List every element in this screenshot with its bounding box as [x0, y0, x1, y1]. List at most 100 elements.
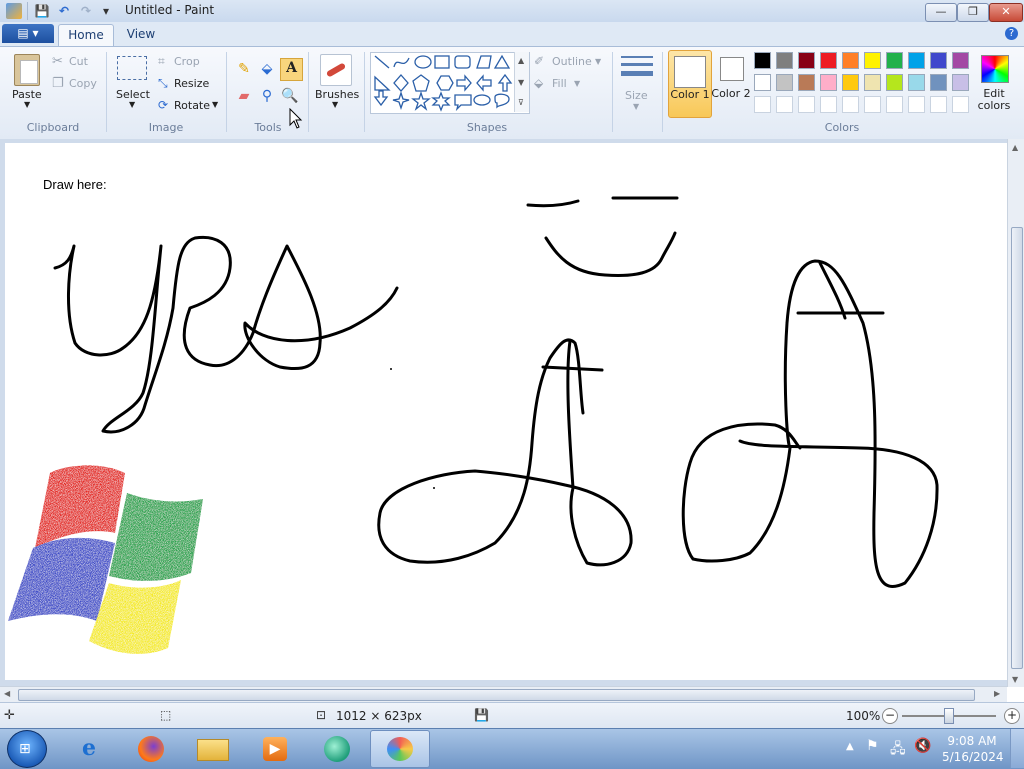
custom-color-slot[interactable] — [952, 96, 969, 113]
palette-swatch[interactable] — [886, 74, 903, 91]
fill-button[interactable]: ⬙ Fill ▼ — [534, 76, 584, 92]
palette-swatch[interactable] — [820, 52, 837, 69]
media-player-icon[interactable]: ▶ — [252, 731, 298, 766]
undo-icon[interactable]: ↶ — [56, 3, 72, 19]
palette-swatch[interactable] — [820, 74, 837, 91]
canvas-dimensions: 1012 × 623px — [336, 709, 422, 723]
palette-swatch[interactable] — [776, 74, 793, 91]
rotate-button[interactable]: ⟳ Rotate ▼ — [158, 98, 222, 114]
paint-taskbar-button[interactable] — [370, 730, 430, 768]
color-picker-icon[interactable]: ⚲ — [257, 87, 277, 107]
palette-swatch[interactable] — [908, 52, 925, 69]
horizontal-scrollbar[interactable]: ◀ ▶ — [0, 686, 1007, 702]
network-icon[interactable]: 🖧 — [890, 738, 906, 762]
fill-bucket-icon[interactable]: ⬙ — [257, 60, 277, 80]
polygon-shape-icon — [476, 55, 492, 69]
palette-swatch[interactable] — [930, 52, 947, 69]
custom-color-slot[interactable] — [864, 96, 881, 113]
help-icon[interactable]: ? — [1005, 27, 1018, 40]
custom-color-slot[interactable] — [886, 96, 903, 113]
palette-swatch[interactable] — [864, 52, 881, 69]
palette-swatch[interactable] — [930, 74, 947, 91]
file-explorer-icon[interactable] — [190, 731, 236, 766]
customize-quick-access-icon[interactable]: ▾ — [98, 3, 114, 19]
palette-swatch[interactable] — [842, 52, 859, 69]
zoom-out-icon[interactable]: − — [882, 708, 898, 724]
pencil-icon[interactable]: ✎ — [234, 60, 254, 80]
shapes-gallery[interactable] — [370, 52, 530, 114]
custom-color-slot[interactable] — [798, 96, 815, 113]
palette-swatch[interactable] — [952, 74, 969, 91]
custom-color-slot[interactable] — [754, 96, 771, 113]
text-tool-icon[interactable]: A — [280, 58, 303, 81]
show-desktop-button[interactable] — [1010, 729, 1024, 768]
clipboard-icon — [14, 54, 40, 86]
palette-swatch[interactable] — [842, 74, 859, 91]
palette-swatch[interactable] — [864, 74, 881, 91]
custom-color-slot[interactable] — [908, 96, 925, 113]
copy-button[interactable]: ❐ Copy — [52, 76, 102, 92]
outline-button[interactable]: ✐ Outline ▼ — [534, 54, 606, 70]
custom-color-slot[interactable] — [820, 96, 837, 113]
minimize-button[interactable]: — — [925, 3, 957, 22]
rounded-rectangle-shape-icon — [454, 55, 471, 69]
tab-view[interactable]: View — [116, 24, 166, 46]
zoom-slider-thumb[interactable] — [944, 708, 954, 724]
maximize-button[interactable]: ❐ — [957, 3, 989, 22]
cut-button[interactable]: ✂ Cut — [52, 54, 100, 70]
selection-size-icon: ⬚ — [160, 708, 172, 722]
expand-gallery-icon[interactable]: ⊽ — [518, 98, 524, 107]
redo-icon[interactable]: ↷ — [78, 3, 94, 19]
palette-swatch[interactable] — [754, 52, 771, 69]
palette-swatch[interactable] — [798, 74, 815, 91]
start-button[interactable]: ⊞ — [7, 730, 47, 768]
show-hidden-icons-icon[interactable]: ▲ — [846, 741, 854, 752]
crop-button[interactable]: ⌗ Crop — [158, 54, 208, 70]
paste-button[interactable]: Paste ▼ — [8, 52, 46, 112]
close-button[interactable]: ✕ — [989, 3, 1023, 22]
palette-swatch[interactable] — [754, 74, 771, 91]
volume-muted-icon[interactable]: 🔇 — [914, 738, 931, 754]
zoom-in-icon[interactable]: + — [1004, 708, 1020, 724]
file-menu-button[interactable]: ▤ ▾ — [2, 24, 54, 43]
custom-color-slot[interactable] — [842, 96, 859, 113]
scroll-down-icon[interactable]: ▼ — [518, 78, 524, 87]
system-clock[interactable]: 9:08 AM 5/16/2024 — [942, 733, 1004, 765]
internet-explorer-icon[interactable]: e — [66, 731, 112, 766]
scroll-up-icon[interactable]: ▲ — [1012, 143, 1018, 152]
color2-button[interactable]: Color 2 — [711, 52, 751, 116]
resize-button[interactable]: ⤡ Resize — [158, 76, 214, 92]
custom-color-slot[interactable] — [930, 96, 947, 113]
fill-icon: ⬙ — [534, 76, 544, 90]
select-button[interactable]: Select ▼ — [112, 52, 152, 112]
vertical-scroll-thumb[interactable] — [1011, 227, 1023, 669]
horizontal-scroll-thumb[interactable] — [18, 689, 975, 701]
five-point-star-shape-icon — [411, 90, 431, 111]
pentagon-shape-icon — [412, 74, 430, 92]
tab-home[interactable]: Home — [58, 24, 114, 47]
custom-color-slot[interactable] — [776, 96, 793, 113]
edit-colors-button[interactable]: Edit colors — [976, 52, 1012, 116]
brushes-button[interactable]: Brushes ▼ — [313, 52, 359, 112]
scroll-down-icon[interactable]: ▼ — [1012, 675, 1018, 684]
scroll-right-icon[interactable]: ▶ — [994, 689, 1000, 698]
scroll-left-icon[interactable]: ◀ — [4, 689, 10, 698]
size-button[interactable]: Size ▼ — [617, 52, 657, 112]
palette-swatch[interactable] — [776, 52, 793, 69]
remote-app-icon[interactable] — [314, 731, 360, 766]
eraser-icon[interactable]: ▰ — [234, 87, 254, 107]
palette-swatch[interactable] — [952, 52, 969, 69]
drawing-canvas[interactable]: Draw here: — [5, 143, 1007, 680]
magnifier-icon[interactable]: 🔍 — [280, 87, 300, 107]
firefox-icon[interactable] — [128, 731, 174, 766]
palette-swatch[interactable] — [908, 74, 925, 91]
brush-icon — [320, 54, 352, 86]
palette-swatch[interactable] — [886, 52, 903, 69]
palette-swatch[interactable] — [798, 52, 815, 69]
action-center-flag-icon[interactable]: ⚑ — [866, 738, 879, 754]
save-icon[interactable]: 💾 — [34, 3, 50, 19]
scroll-up-icon[interactable]: ▲ — [518, 56, 524, 65]
color1-button[interactable]: Color 1 — [668, 50, 712, 118]
shapes-scroll[interactable]: ▲ ▼ ⊽ — [514, 52, 529, 112]
vertical-scrollbar[interactable]: ▲ ▼ — [1007, 139, 1024, 687]
